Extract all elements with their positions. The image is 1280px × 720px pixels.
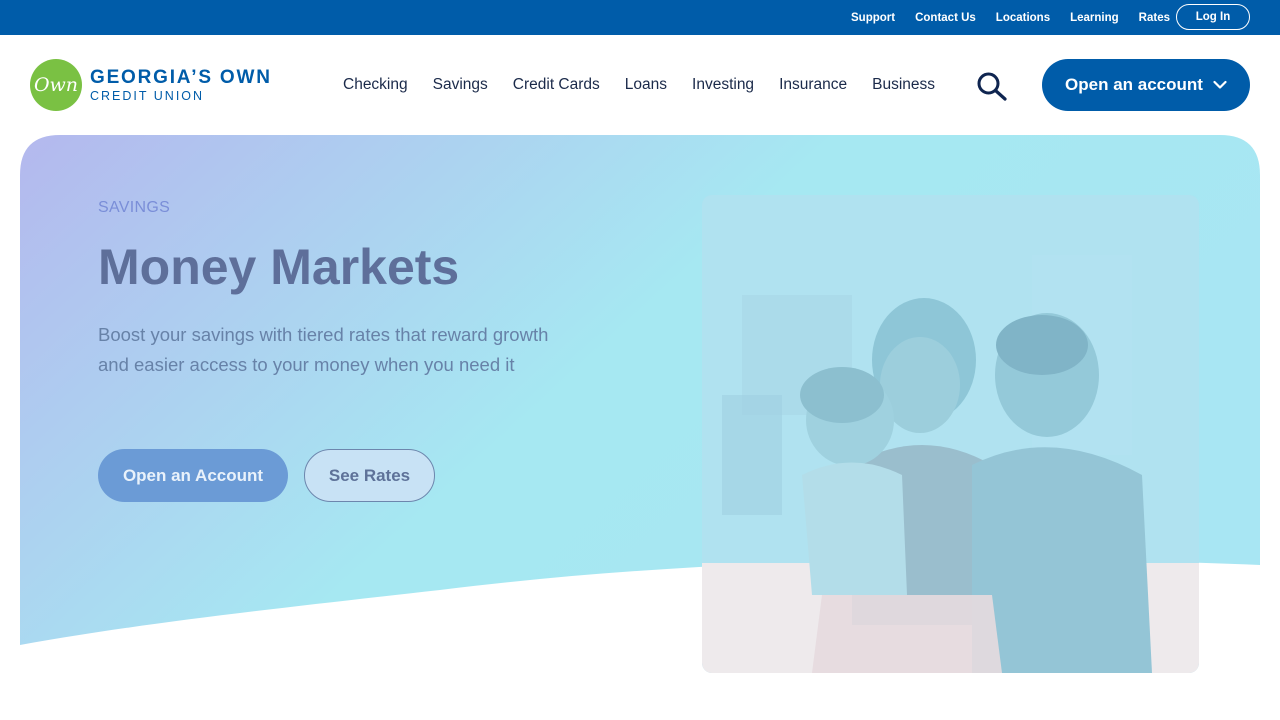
logo-name: GEORGIA’S OWN	[90, 66, 272, 88]
open-account-button[interactable]: Open an account	[1042, 59, 1250, 111]
nav-item-business[interactable]: Business	[872, 76, 935, 94]
utility-link-rates[interactable]: Rates	[1139, 12, 1170, 24]
open-account-label: Open an account	[1065, 75, 1203, 94]
site-header: Own GEORGIA’S OWN CREDIT UNION Checking …	[0, 35, 1280, 135]
logo-subtitle: CREDIT UNION	[90, 88, 205, 103]
nav-item-checking[interactable]: Checking	[343, 76, 408, 94]
utility-links: Support Contact Us Locations Learning Ra…	[851, 0, 1170, 35]
utility-link-learning[interactable]: Learning	[1070, 12, 1119, 24]
logo[interactable]: Own GEORGIA’S OWN CREDIT UNION	[30, 59, 272, 111]
nav-item-credit-cards[interactable]: Credit Cards	[513, 76, 600, 94]
nav-item-insurance[interactable]: Insurance	[779, 76, 847, 94]
nav-item-investing[interactable]: Investing	[692, 76, 754, 94]
family-photo-image	[702, 195, 1199, 673]
utility-link-support[interactable]: Support	[851, 12, 895, 24]
main-nav: Checking Savings Credit Cards Loans Inve…	[343, 35, 935, 135]
nav-item-loans[interactable]: Loans	[625, 76, 667, 94]
see-rates-button[interactable]: See Rates	[304, 449, 435, 502]
logo-badge: Own	[30, 59, 82, 111]
hero-section: SAVINGS Money Markets Boost your savings…	[20, 135, 1260, 695]
search-button[interactable]	[976, 71, 1008, 101]
login-button[interactable]: Log In	[1176, 4, 1250, 30]
nav-item-savings[interactable]: Savings	[433, 76, 488, 94]
logo-text: GEORGIA’S OWN CREDIT UNION	[90, 68, 272, 103]
utility-link-contact-us[interactable]: Contact Us	[915, 12, 976, 24]
open-an-account-button[interactable]: Open an Account	[98, 449, 288, 502]
page-title: Money Markets	[98, 239, 460, 295]
hero-photo	[702, 195, 1199, 673]
hero-eyebrow: SAVINGS	[98, 199, 171, 216]
hero-description: Boost your savings with tiered rates tha…	[98, 324, 549, 375]
chevron-down-icon	[1213, 80, 1227, 89]
utility-link-locations[interactable]: Locations	[996, 12, 1050, 24]
utility-bar: Support Contact Us Locations Learning Ra…	[0, 0, 1280, 35]
search-icon	[977, 72, 1007, 101]
